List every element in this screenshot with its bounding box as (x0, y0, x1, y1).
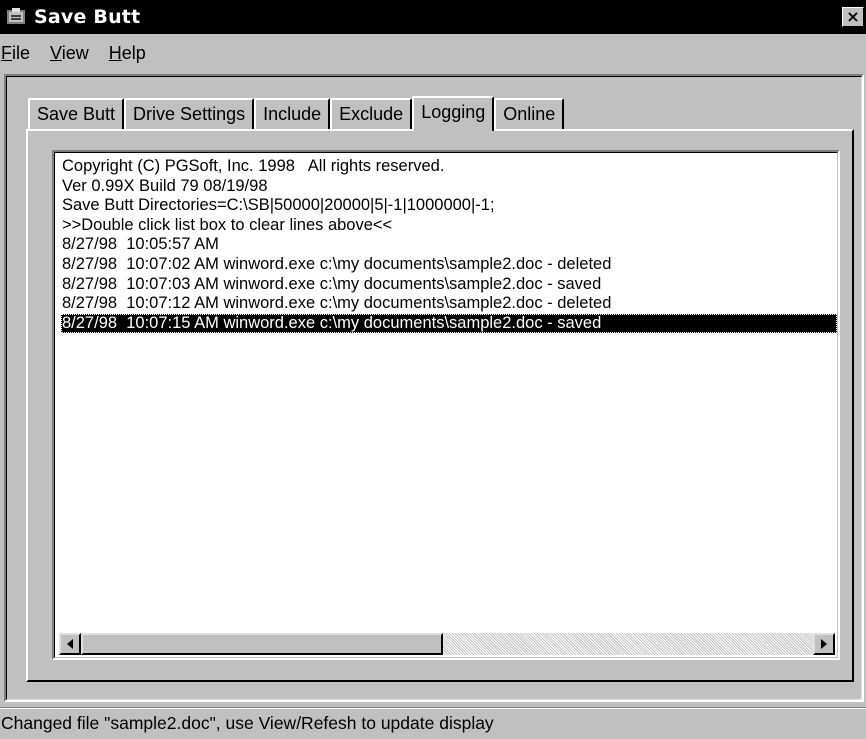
log-line[interactable]: 8/27/98 10:05:57 AM (61, 235, 837, 255)
scroll-left-button[interactable] (59, 633, 81, 655)
log-list: Copyright (C) PGSoft, Inc. 1998 All righ… (61, 157, 837, 334)
log-listbox[interactable]: Copyright (C) PGSoft, Inc. 1998 All righ… (52, 150, 840, 660)
menu-file[interactable]: File (1, 43, 30, 64)
tab-online[interactable]: Online (494, 98, 565, 129)
log-line[interactable]: 8/27/98 10:07:02 AM winword.exe c:\my do… (61, 255, 837, 275)
tab-strip: Save Butt Drive Settings Include Exclude… (28, 96, 565, 131)
log-line[interactable]: 8/27/98 10:07:15 AM winword.exe c:\my do… (61, 313, 837, 334)
scroll-right-button[interactable] (813, 633, 835, 655)
close-button[interactable]: × (842, 7, 864, 27)
menu-bar: File View Help (0, 38, 866, 68)
title-bar[interactable]: Save Butt × (0, 0, 866, 34)
menu-help[interactable]: Help (109, 43, 146, 64)
log-line[interactable]: Copyright (C) PGSoft, Inc. 1998 All righ… (61, 157, 837, 177)
log-line[interactable]: 8/27/98 10:07:03 AM winword.exe c:\my do… (61, 275, 837, 295)
log-line[interactable]: 8/27/98 10:07:12 AM winword.exe c:\my do… (61, 294, 837, 314)
horizontal-scrollbar[interactable] (59, 633, 835, 655)
app-icon[interactable] (4, 5, 28, 29)
scrollbar-thumb[interactable] (81, 633, 443, 655)
app-window: Save Butt × File View Help Save Butt Dri… (0, 0, 866, 739)
scroll-left-arrow-icon (67, 639, 73, 649)
tab-exclude[interactable]: Exclude (330, 98, 413, 129)
log-line[interactable]: Save Butt Directories=C:\SB|50000|20000|… (61, 196, 837, 216)
log-line[interactable]: >>Double click list box to clear lines a… (61, 216, 837, 236)
menu-view[interactable]: View (50, 43, 89, 64)
window-title: Save Butt (34, 6, 141, 28)
tab-logging[interactable]: Logging (412, 96, 495, 131)
status-bar: Changed file "sample2.doc", use View/Ref… (0, 707, 866, 739)
tab-drive-settings[interactable]: Drive Settings (124, 98, 255, 129)
close-icon: × (846, 7, 860, 26)
tab-include[interactable]: Include (254, 98, 331, 129)
scroll-right-arrow-icon (821, 639, 827, 649)
tab-save-butt[interactable]: Save Butt (28, 98, 125, 129)
log-line[interactable]: Ver 0.99X Build 79 08/19/98 (61, 177, 837, 197)
